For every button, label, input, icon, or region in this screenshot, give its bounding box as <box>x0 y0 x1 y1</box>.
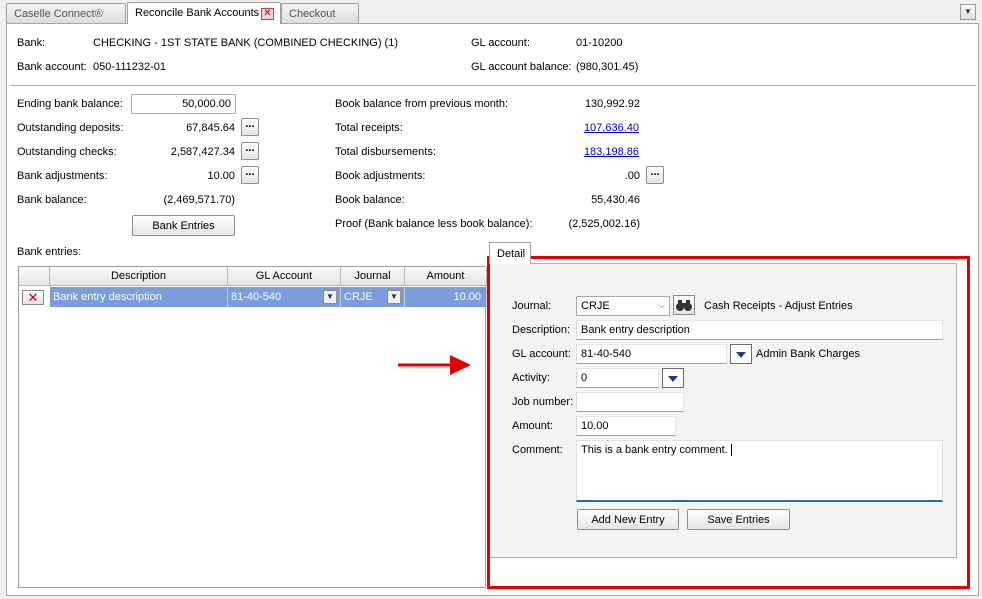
gl-account-dropdown-button[interactable] <box>730 344 752 364</box>
tab-caselle-connect[interactable]: Caselle Connect® <box>6 3 126 23</box>
outstanding-checks-value: 2,587,427.34 <box>170 146 235 158</box>
amount-input[interactable]: 10.00 <box>576 416 676 436</box>
tab-label: Caselle Connect® <box>14 8 103 20</box>
total-receipts-link[interactable]: 107,636.40 <box>540 122 639 134</box>
chevron-down-icon[interactable]: ▼ <box>387 290 401 304</box>
job-number-label: Job number: <box>512 396 574 408</box>
delete-row-icon[interactable]: ✕ <box>22 290 44 305</box>
job-number-input[interactable] <box>576 392 684 412</box>
gl-account-value: 01-10200 <box>576 37 623 49</box>
grid-header-blank <box>19 267 50 286</box>
grid-header-gl-account[interactable]: GL Account <box>228 267 341 286</box>
bank-entries-label: Bank entries: <box>17 246 82 258</box>
gl-account-input[interactable]: 81-40-540 <box>576 344 727 364</box>
comment-textarea[interactable]: This is a bank entry comment.​ <box>576 440 943 502</box>
cell-amount[interactable]: 10.00 <box>405 287 487 307</box>
ending-balance-label: Ending bank balance: <box>17 98 123 110</box>
bank-balance-value: (2,469,571.70) <box>163 194 235 206</box>
save-entries-button[interactable]: Save Entries <box>687 509 790 530</box>
bank-value: CHECKING - 1ST STATE BANK (COMBINED CHEC… <box>93 37 398 49</box>
outstanding-deposits-button[interactable]: ... <box>241 118 259 136</box>
journal-select[interactable]: CRJE ⌵ <box>576 296 670 316</box>
book-balance-value: 55,430.46 <box>591 194 640 206</box>
close-icon[interactable]: ✕ <box>261 8 274 20</box>
book-adjustments-label: Book adjustments: <box>335 170 426 182</box>
book-adjustments-value: .00 <box>624 170 640 182</box>
book-prev-label: Book balance from previous month: <box>335 98 509 110</box>
grid-header-amount[interactable]: Amount <box>405 267 487 286</box>
amount-label: Amount: <box>512 420 553 432</box>
book-adjustments-button[interactable]: ... <box>646 166 664 184</box>
tab-strip: Caselle Connect® Reconcile Bank Accounts… <box>0 0 982 24</box>
chevron-down-icon[interactable]: ⌵ <box>658 300 665 311</box>
chevron-down-icon[interactable]: ▼ <box>960 4 976 20</box>
bank-balance-label: Bank balance: <box>17 194 87 206</box>
bank-account-label: Bank account: <box>17 61 87 73</box>
book-prev-value: 130,992.92 <box>584 98 640 110</box>
tab-reconcile-bank-accounts[interactable]: Reconcile Bank Accounts ✕ <box>127 2 281 24</box>
chevron-down-icon <box>668 376 678 382</box>
gl-account-detail-label: GL account: <box>512 348 571 360</box>
outstanding-checks-label: Outstanding checks: <box>17 146 117 158</box>
text-cursor: ​ <box>730 444 732 456</box>
cell-journal-value: CRJE <box>344 291 373 303</box>
bank-adjustments-value: 10.00 <box>207 170 235 182</box>
chevron-down-icon[interactable]: ▼ <box>323 290 337 304</box>
cell-journal[interactable]: CRJE ▼ <box>341 287 405 307</box>
proof-value: (2,525,002.16) <box>568 218 640 230</box>
book-balance-label: Book balance: <box>335 194 405 206</box>
tab-detail[interactable]: Detail <box>489 242 531 264</box>
cell-gl-account[interactable]: 81-40-540 ▼ <box>228 287 341 307</box>
outstanding-checks-button[interactable]: ... <box>241 142 259 160</box>
journal-select-value: CRJE <box>581 300 610 312</box>
chevron-down-icon <box>736 352 746 358</box>
bank-label: Bank: <box>17 37 46 49</box>
activity-input[interactable]: 0 <box>576 368 659 388</box>
journal-description: Cash Receipts - Adjust Entries <box>704 300 853 312</box>
total-disbursements-link[interactable]: 183,198.86 <box>540 146 639 158</box>
bank-adjustments-button[interactable]: ... <box>241 166 259 184</box>
divider <box>10 85 976 86</box>
gl-account-description: Admin Bank Charges <box>756 348 860 360</box>
comment-label: Comment: <box>512 444 563 456</box>
description-input[interactable]: Bank entry description <box>576 320 943 340</box>
outstanding-deposits-value: 67,845.64 <box>186 122 235 134</box>
gl-balance-value: (980,301.45) <box>576 61 639 73</box>
binoculars-icon[interactable] <box>673 295 695 315</box>
tab-checkout[interactable]: Checkout <box>281 3 359 23</box>
gl-balance-label: GL account balance: <box>471 61 572 73</box>
grid-header-journal[interactable]: Journal <box>341 267 405 286</box>
total-receipts-label: Total receipts: <box>335 122 403 134</box>
ending-balance-input[interactable]: 50,000.00 <box>131 94 236 114</box>
gl-account-label: GL account: <box>471 37 530 49</box>
bank-entries-button[interactable]: Bank Entries <box>132 215 235 236</box>
tab-label: Checkout <box>289 8 336 20</box>
proof-label: Proof (Bank balance less book balance): <box>335 218 533 230</box>
cell-gl-account-value: 81-40-540 <box>231 291 282 303</box>
tab-label: Reconcile Bank Accounts <box>135 7 260 19</box>
activity-label: Activity: <box>512 372 550 384</box>
activity-dropdown-button[interactable] <box>662 368 684 388</box>
bank-adjustments-label: Bank adjustments: <box>17 170 108 182</box>
comment-text: This is a bank entry comment. <box>581 444 728 456</box>
red-arrow-icon <box>398 355 471 375</box>
cell-description[interactable]: Bank entry description <box>50 287 228 307</box>
description-label: Description: <box>512 324 571 336</box>
bank-entries-grid: Description GL Account Journal Amount ✕ … <box>18 266 487 588</box>
grid-header-description[interactable]: Description <box>50 267 228 286</box>
add-new-entry-button[interactable]: Add New Entry <box>577 509 679 530</box>
outstanding-deposits-label: Outstanding deposits: <box>17 122 124 134</box>
total-disbursements-label: Total disbursements: <box>335 146 436 158</box>
journal-label: Journal: <box>512 300 552 312</box>
bank-account-value: 050-111232-01 <box>93 61 166 73</box>
